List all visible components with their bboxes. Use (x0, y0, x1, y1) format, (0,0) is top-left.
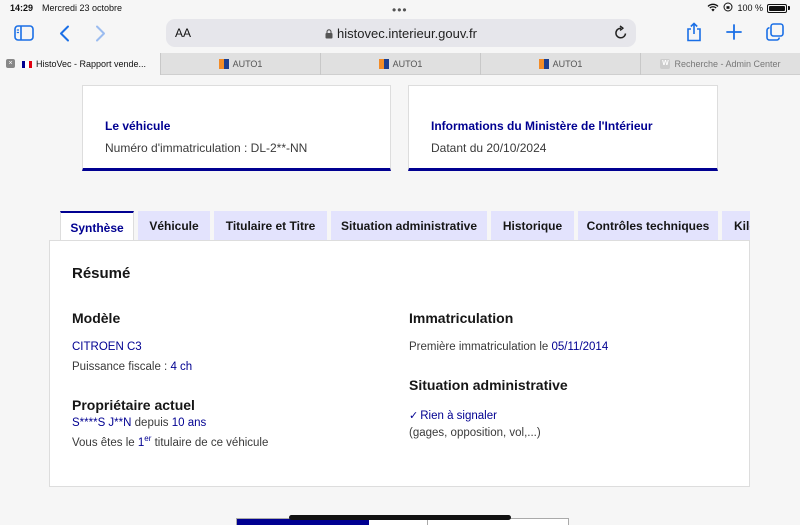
reload-icon[interactable] (614, 25, 628, 45)
tab-vehicule[interactable]: Véhicule (138, 211, 210, 241)
fiscal-power: Puissance fiscale : 4 ch (72, 361, 192, 373)
owner-since-value: 10 ans (171, 417, 207, 429)
owner-rank-prefix: Vous êtes le (72, 436, 138, 449)
status-right: 100 % (707, 2, 790, 14)
model-heading: Modèle (72, 310, 121, 326)
vehicle-card: Le véhicule Numéro d'immatriculation : D… (82, 85, 391, 171)
tab-situation[interactable]: Situation administrative (331, 211, 487, 241)
wifi-icon (707, 3, 719, 14)
battery-icon (767, 3, 787, 13)
situation-heading: Situation administrative (409, 377, 568, 393)
report-tabs: Synthèse Véhicule Titulaire et Titre Sit… (60, 211, 750, 241)
share-icon[interactable] (684, 20, 704, 44)
french-flag-icon (22, 60, 32, 68)
status-date: Mercredi 23 octobre (42, 3, 123, 13)
browser-tab-auto1-c[interactable]: AUTO1 (480, 53, 640, 75)
owner-rank: Vous êtes le 1er titulaire de ce véhicul… (72, 434, 268, 449)
sidebar-toggle-icon[interactable] (12, 22, 36, 44)
browser-tab-admin-center[interactable]: W Recherche - Admin Center (640, 53, 800, 75)
summary-title: Résumé (72, 265, 131, 282)
owner-heading: Propriétaire actuel (72, 397, 195, 413)
close-tab-icon[interactable]: × (6, 59, 15, 68)
fiscal-power-value: 4 ch (170, 361, 193, 373)
situation-status: ✓ Rien à signaler (409, 409, 497, 422)
first-registration-label: Première immatriculation le (409, 341, 552, 353)
browser-tab-label: AUTO1 (392, 59, 423, 69)
first-registration-date: 05/11/2014 (551, 341, 609, 353)
browser-tab-histovec[interactable]: × HistoVec - Rapport vende... (0, 53, 160, 75)
forward-icon[interactable] (90, 22, 110, 44)
multitask-dots-icon[interactable]: ••• (392, 3, 408, 17)
auto1-logo-icon (218, 59, 229, 69)
site-favicon-icon: W (660, 59, 671, 69)
orientation-lock-icon (723, 2, 733, 14)
browser-tab-label: AUTO1 (232, 59, 263, 69)
browser-tab-label: AUTO1 (552, 59, 583, 69)
home-indicator[interactable] (289, 515, 511, 520)
owner-since-label: depuis (131, 417, 172, 429)
tab-overview-icon[interactable] (765, 21, 785, 43)
data-date: Datant du 20/10/2024 (431, 141, 547, 155)
address-text[interactable]: histovec.interieur.gouv.fr (166, 26, 636, 42)
situation-status-text: Rien à signaler (420, 410, 497, 422)
battery-percent: 100 % (737, 3, 763, 13)
check-icon: ✓ (409, 410, 419, 422)
browser-tab-strip: × HistoVec - Rapport vende... AUTO1 AUTO… (0, 53, 800, 75)
browser-tab-auto1-b[interactable]: AUTO1 (320, 53, 480, 75)
owner-rank-suffix: titulaire de ce véhicule (151, 436, 269, 449)
browser-toolbar: AA histovec.interieur.gouv.fr (0, 16, 800, 52)
ministry-card: Informations du Ministère de l'Intérieur… (408, 85, 718, 171)
summary-panel: Résumé Modèle CITROEN C3 Puissance fisca… (49, 240, 750, 487)
tab-titulaire[interactable]: Titulaire et Titre (214, 211, 327, 241)
situation-detail: (gages, opposition, vol,...) (409, 427, 541, 439)
tab-historique[interactable]: Historique (491, 211, 574, 241)
browser-tab-auto1-a[interactable]: AUTO1 (160, 53, 320, 75)
status-time: 14:29 (10, 3, 34, 13)
new-tab-icon[interactable] (724, 21, 744, 43)
owner-line: S****S J**N depuis 10 ans (72, 417, 206, 429)
owner-name: S****S J**N (72, 417, 132, 429)
url-text: histovec.interieur.gouv.fr (337, 26, 477, 41)
immat-heading: Immatriculation (409, 310, 514, 326)
auto1-logo-icon (378, 59, 389, 69)
web-page: Le véhicule Numéro d'immatriculation : D… (0, 75, 800, 525)
card-title: Informations du Ministère de l'Intérieur (431, 119, 653, 133)
address-bar[interactable]: AA histovec.interieur.gouv.fr (166, 19, 636, 47)
battery-nub (788, 6, 790, 10)
browser-tab-label: Recherche - Admin Center (674, 59, 781, 69)
model-name: CITROEN C3 (72, 341, 142, 353)
fiscal-power-label: Puissance fiscale : (72, 361, 171, 373)
auto1-logo-icon (538, 59, 549, 69)
browser-tab-label: HistoVec - Rapport vende... (36, 59, 147, 69)
tab-kilometrage[interactable]: Kilométrage (722, 211, 750, 241)
tab-synthese[interactable]: Synthèse (60, 211, 134, 241)
tab-controles[interactable]: Contrôles techniques (578, 211, 718, 241)
plate-number: Numéro d'immatriculation : DL-2**-NN (105, 141, 308, 155)
lock-icon (325, 27, 333, 42)
back-icon[interactable] (54, 22, 74, 44)
card-title: Le véhicule (105, 119, 171, 133)
first-registration: Première immatriculation le 05/11/2014 (409, 341, 608, 353)
